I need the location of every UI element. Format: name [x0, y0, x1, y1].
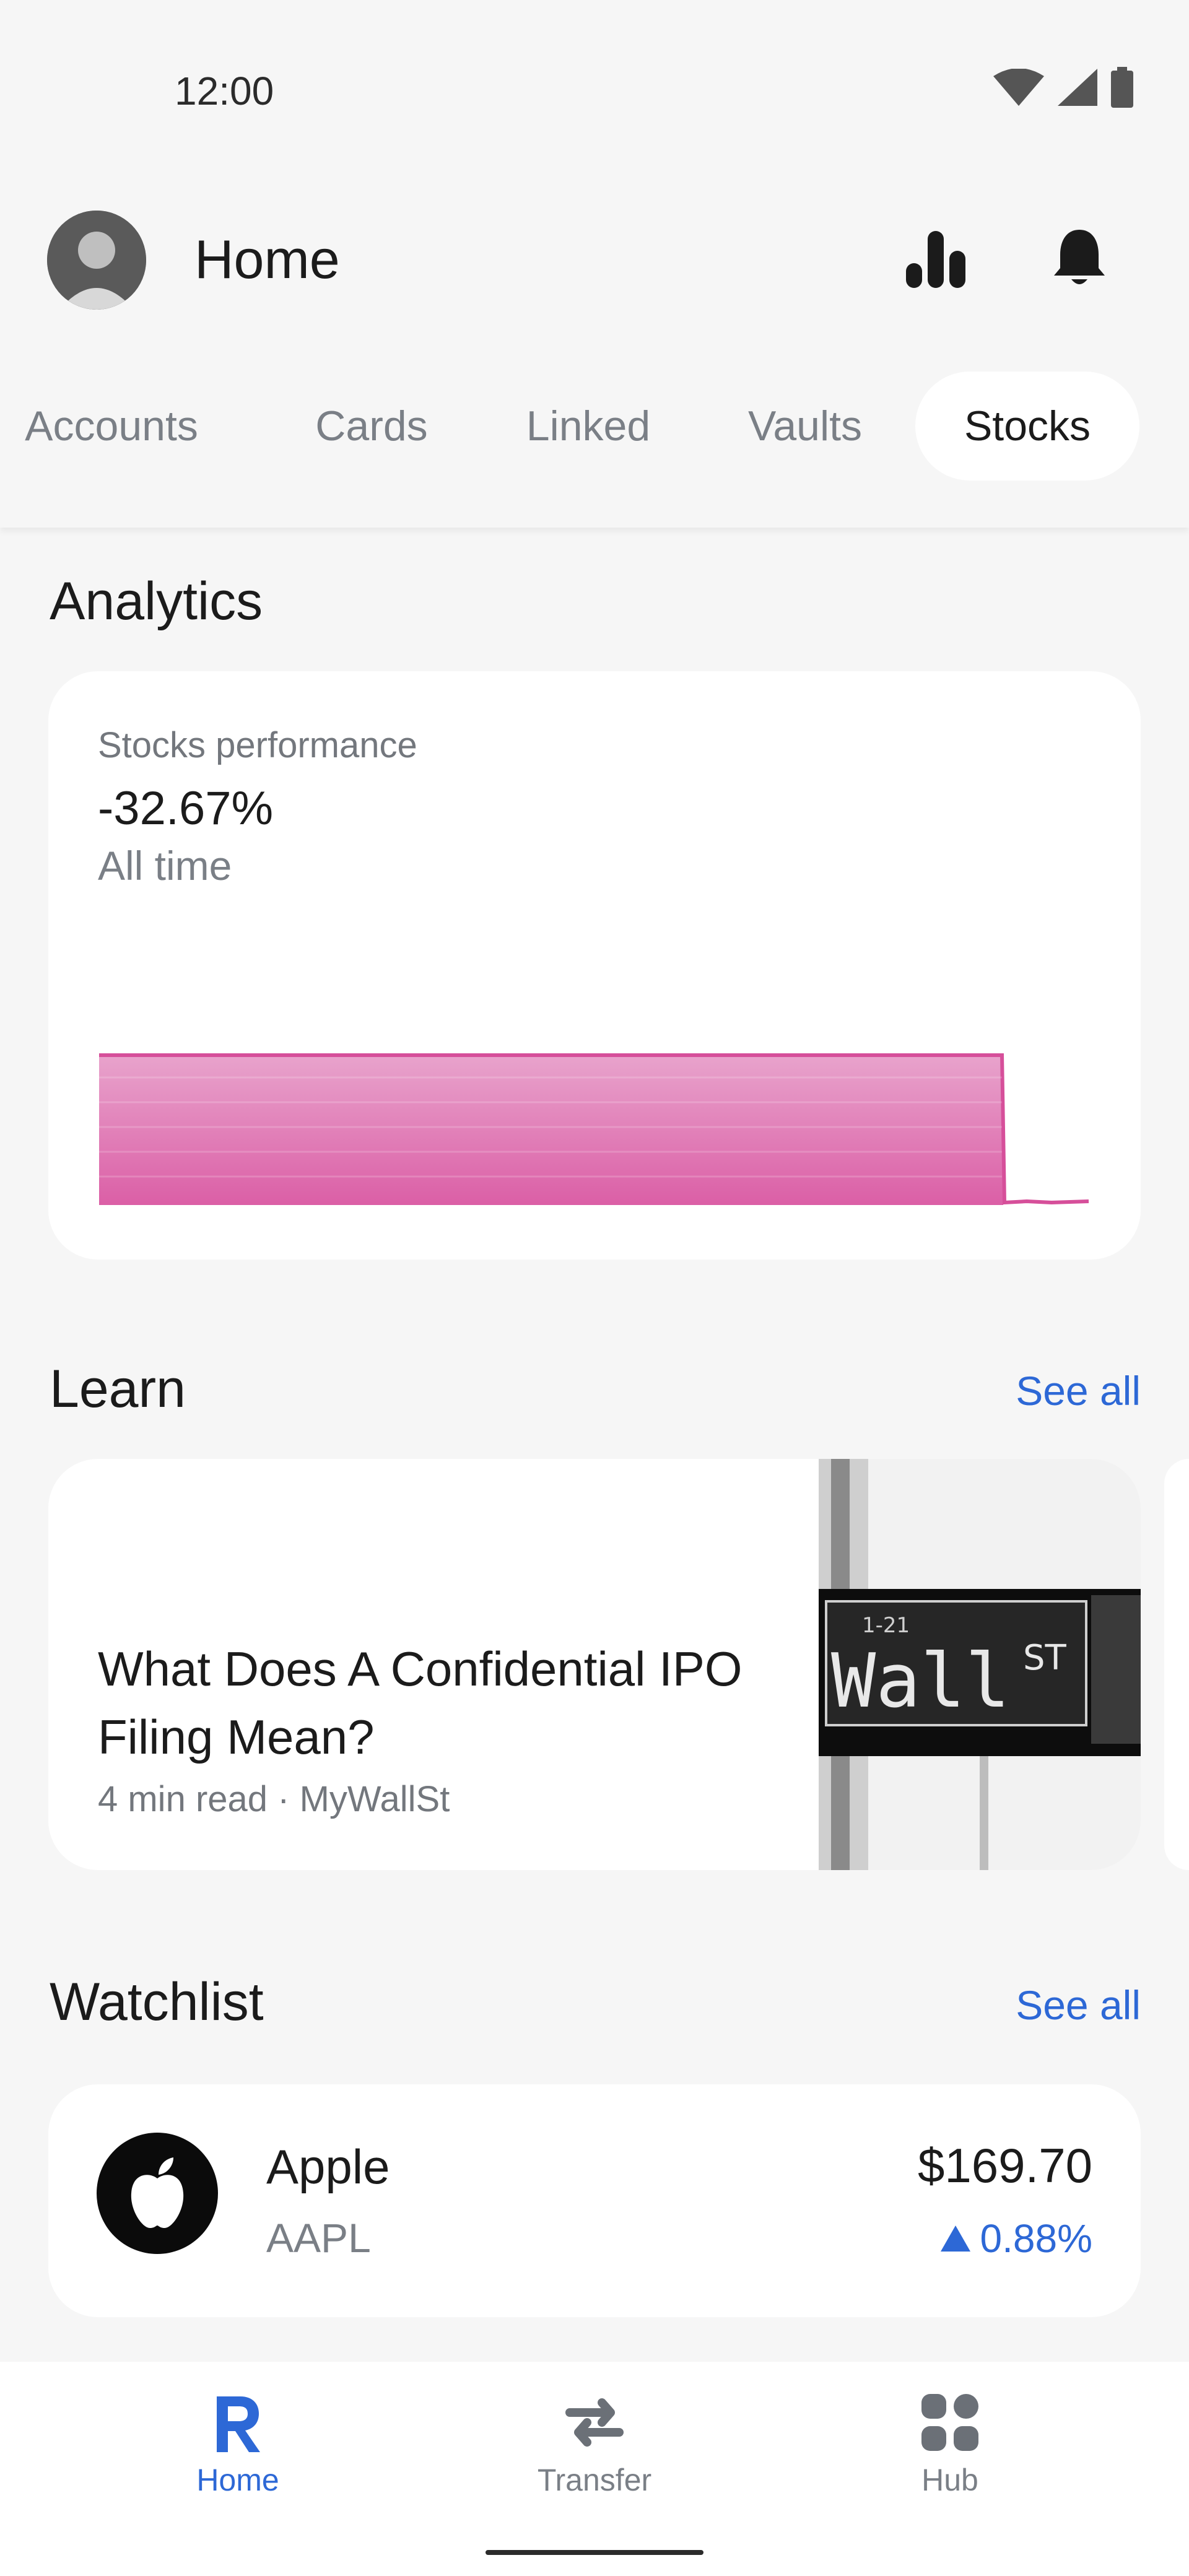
tab-cards[interactable]: Cards	[297, 372, 446, 481]
tab-bar: Accounts Cards Linked Vaults Stocks	[0, 372, 1189, 481]
performance-label: Stocks performance	[98, 725, 417, 765]
nav-home-label: Home	[196, 2463, 279, 2497]
notifications-button[interactable]	[1039, 218, 1120, 298]
performance-period: All time	[98, 843, 232, 889]
bell-icon	[1054, 230, 1105, 284]
page-title: Home	[194, 228, 340, 290]
avatar[interactable]	[47, 211, 146, 310]
nav-transfer[interactable]: Transfer	[502, 2391, 687, 2498]
nav-transfer-label: Transfer	[537, 2463, 652, 2497]
article-image: 1-21 Wall ST	[819, 1459, 1141, 1870]
street-sign-text: Wall	[831, 1638, 1010, 1725]
next-article-card[interactable]	[1164, 1459, 1189, 1870]
watchlist-section-title: Watchlist	[50, 1972, 264, 2032]
tab-stocks[interactable]: Stocks	[915, 372, 1139, 481]
signal-icon	[1058, 69, 1097, 106]
article-title: What Does A Confidential IPO Filing Mean…	[98, 1642, 743, 1764]
tab-accounts[interactable]: Accounts	[19, 372, 204, 481]
street-sign-suffix: ST	[1023, 1638, 1067, 1678]
status-icons	[993, 67, 1133, 108]
learn-section-title: Learn	[50, 1359, 186, 1419]
stock-change-value: 0.88%	[980, 2216, 1092, 2261]
nav-home[interactable]: Home	[145, 2391, 331, 2498]
stock-price: $169.70	[918, 2138, 1092, 2193]
article-meta: 4 min read · MyWallSt	[98, 1779, 450, 1819]
grid-icon	[921, 2394, 978, 2451]
apple-logo-icon	[97, 2133, 218, 2254]
watchlist-see-all-link[interactable]: See all	[1016, 1982, 1141, 2029]
analytics-button[interactable]	[895, 218, 976, 298]
stock-change: 0.88%	[940, 2216, 1092, 2261]
battery-icon	[1111, 67, 1133, 108]
tab-linked[interactable]: Linked	[508, 372, 669, 481]
triangle-up-icon	[940, 2226, 970, 2252]
tab-vaults[interactable]: Vaults	[731, 372, 879, 481]
transfer-arrows-icon	[565, 2398, 624, 2447]
stock-name: Apple	[266, 2139, 390, 2194]
revolut-r-icon	[217, 2396, 260, 2452]
street-sign-small-text: 1-21	[862, 1613, 910, 1638]
status-time: 12:00	[175, 69, 274, 113]
learn-see-all-link[interactable]: See all	[1016, 1367, 1141, 1414]
stock-ticker: AAPL	[266, 2215, 371, 2261]
home-indicator	[486, 2550, 703, 2555]
nav-hub-label: Hub	[921, 2463, 978, 2497]
bar-chart-icon	[906, 231, 965, 288]
performance-value: -32.67%	[98, 782, 274, 835]
analytics-section-title: Analytics	[50, 572, 263, 631]
wifi-icon	[993, 69, 1044, 106]
nav-hub[interactable]: Hub	[857, 2391, 1043, 2498]
performance-chart	[99, 1053, 1089, 1205]
